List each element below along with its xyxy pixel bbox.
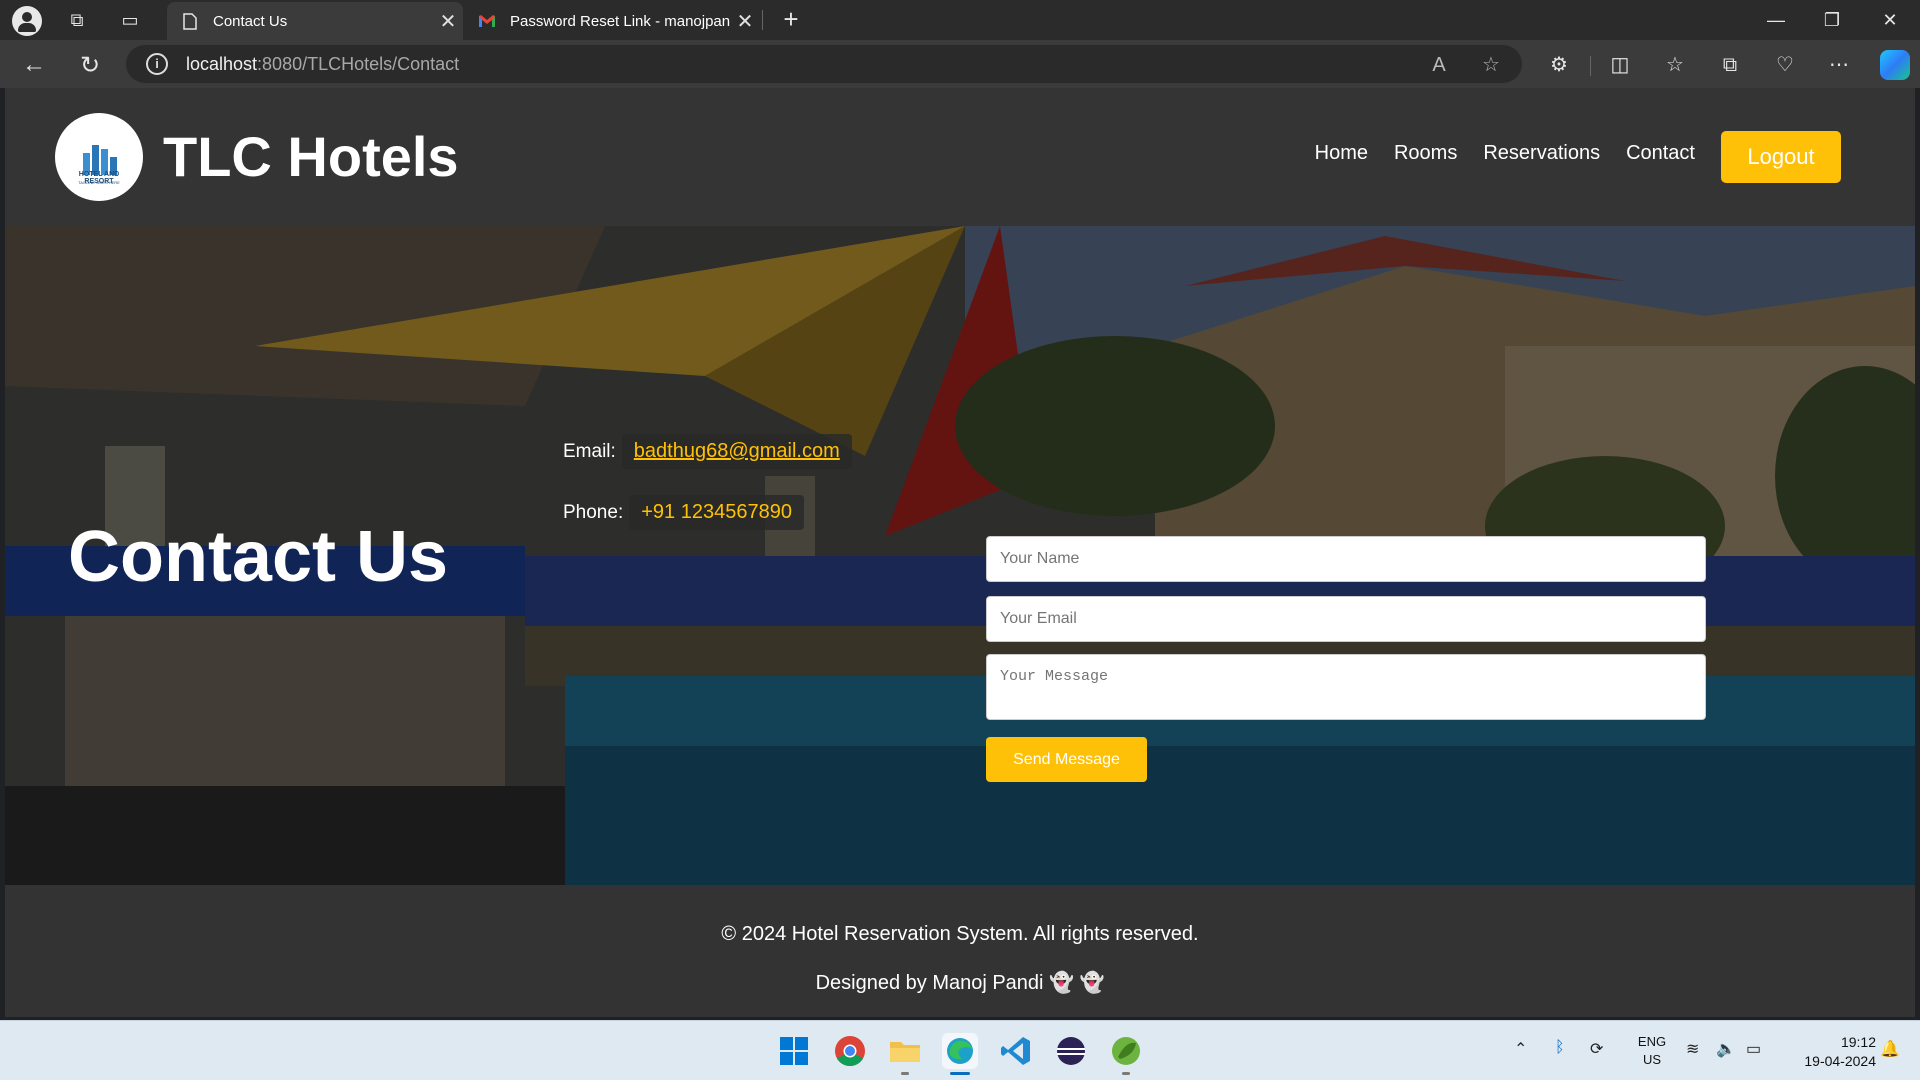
site-header: HOTEL AND RESORT TAGLINE GOES HERE TLC H…	[5, 88, 1915, 226]
address-bar[interactable]: i localhost:8080/TLCHotels/Contact A ☆	[126, 45, 1522, 83]
wifi-icon[interactable]: ≋	[1686, 1039, 1699, 1059]
email-info: Email: badthug68@gmail.com	[563, 434, 852, 469]
tab-contact-us[interactable]: Contact Us ✕	[167, 2, 463, 40]
hero-section: Contact Us Email: badthug68@gmail.com Ph…	[5, 226, 1915, 885]
workspaces-icon[interactable]: ⧉	[62, 6, 92, 34]
site-footer: © 2024 Hotel Reservation System. All rig…	[5, 885, 1915, 1017]
phone-label: Phone:	[563, 501, 624, 523]
close-window-icon[interactable]: ✕	[1862, 0, 1918, 40]
browser-tab-bar: ⧉ ▭ Contact Us ✕ Password Reset Link - m…	[0, 0, 1920, 40]
profile-icon[interactable]	[12, 6, 42, 36]
tab-password-reset[interactable]: Password Reset Link - manojpandi ✕	[464, 2, 760, 40]
name-input[interactable]: Your Name	[986, 536, 1706, 582]
new-tab-icon[interactable]: +	[776, 4, 806, 34]
file-explorer-icon[interactable]	[887, 1033, 923, 1069]
taskbar: ⌃ ᛒ ⟳ ENG US ≋ 🔈 ▭ 19:12 19-04-2024 🔔	[0, 1020, 1920, 1080]
favorite-star-icon[interactable]: ☆	[1478, 52, 1504, 78]
copyright-text: © 2024 Hotel Reservation System. All rig…	[721, 923, 1199, 945]
system-clock[interactable]: 19:12 19-04-2024	[1780, 1033, 1876, 1071]
nav-rooms[interactable]: Rooms	[1394, 142, 1457, 165]
page-icon	[181, 11, 199, 31]
browser-toolbar: ← ↻ i localhost:8080/TLCHotels/Contact A…	[0, 40, 1920, 88]
email-input[interactable]: Your Email	[986, 596, 1706, 642]
extensions-icon[interactable]: ⚙	[1544, 50, 1574, 80]
volume-icon[interactable]: 🔈	[1716, 1039, 1736, 1059]
send-message-button[interactable]: Send Message	[986, 737, 1147, 782]
tab-actions-icon[interactable]: ▭	[115, 6, 145, 34]
tab-title: Contact Us	[213, 12, 288, 30]
spring-tool-icon[interactable]	[1108, 1033, 1144, 1069]
bluetooth-icon[interactable]: ᛒ	[1555, 1039, 1565, 1057]
windows-start-icon[interactable]	[776, 1033, 812, 1069]
nav-reservations[interactable]: Reservations	[1483, 142, 1600, 165]
toolbar-divider	[1590, 56, 1591, 76]
contact-heading: Contact Us	[68, 517, 449, 597]
minimize-icon[interactable]: —	[1748, 0, 1804, 40]
phone-value: +91 1234567890	[629, 495, 804, 530]
edge-icon[interactable]	[942, 1033, 978, 1069]
read-aloud-icon[interactable]: A	[1426, 52, 1452, 78]
url-text[interactable]: localhost:8080/TLCHotels/Contact	[186, 54, 459, 75]
chrome-icon[interactable]	[832, 1033, 868, 1069]
email-link[interactable]: badthug68@gmail.com	[621, 434, 852, 469]
logo-subtext: TAGLINE GOES HERE	[78, 180, 120, 185]
close-tab-icon[interactable]: ✕	[433, 9, 463, 34]
sync-icon[interactable]: ⟳	[1590, 1039, 1603, 1059]
refresh-icon[interactable]: ↻	[73, 48, 107, 82]
tab-divider	[762, 10, 763, 30]
web-page: HOTEL AND RESORT TAGLINE GOES HERE TLC H…	[5, 88, 1915, 1017]
more-menu-icon[interactable]: ⋯	[1824, 50, 1854, 80]
restore-icon[interactable]: ❐	[1804, 0, 1860, 40]
browser-essentials-icon[interactable]: ♡	[1770, 50, 1800, 80]
brand-title[interactable]: TLC Hotels	[163, 124, 459, 189]
copilot-icon[interactable]	[1880, 50, 1910, 80]
gmail-icon	[478, 11, 496, 31]
nav-contact[interactable]: Contact	[1626, 142, 1695, 165]
language-indicator[interactable]: ENG US	[1634, 1033, 1670, 1069]
vscode-icon[interactable]	[998, 1033, 1034, 1069]
battery-icon[interactable]: ▭	[1746, 1039, 1761, 1059]
main-nav: Home Rooms Reservations Contact	[1315, 142, 1695, 165]
designer-credit: Designed by Manoj Pandi 👻 👻	[815, 972, 1105, 994]
collections-icon[interactable]: ⧉	[1715, 50, 1745, 80]
hotel-logo[interactable]: HOTEL AND RESORT TAGLINE GOES HERE	[55, 113, 143, 201]
tab-title: Password Reset Link - manojpandi	[510, 12, 730, 30]
close-tab-icon[interactable]: ✕	[730, 9, 760, 34]
favorites-icon[interactable]: ☆	[1660, 50, 1690, 80]
logout-button[interactable]: Logout	[1721, 131, 1841, 183]
show-hidden-icons[interactable]: ⌃	[1514, 1039, 1527, 1059]
split-screen-icon[interactable]: ◫	[1605, 50, 1635, 80]
site-info-icon[interactable]: i	[146, 53, 168, 75]
notification-bell-icon[interactable]: 🔔	[1880, 1039, 1900, 1059]
eclipse-icon[interactable]	[1053, 1033, 1089, 1069]
nav-home[interactable]: Home	[1315, 142, 1368, 165]
message-textarea[interactable]: Your Message	[986, 654, 1706, 720]
back-icon[interactable]: ←	[17, 48, 51, 82]
phone-info: Phone: +91 1234567890	[563, 495, 804, 530]
email-label: Email:	[563, 440, 616, 462]
